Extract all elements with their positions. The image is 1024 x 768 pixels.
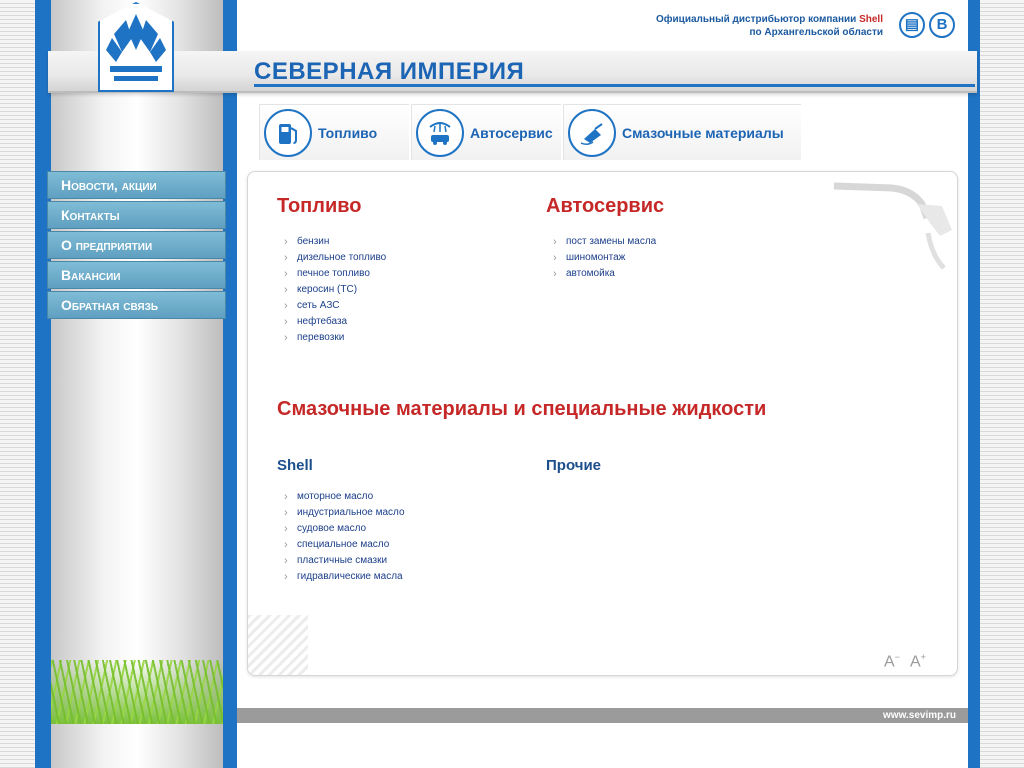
autoservice-link-carwash[interactable]: автомойка — [552, 266, 656, 282]
left-blue-stripe — [35, 0, 51, 768]
fuel-link-stations[interactable]: сеть АЗС — [283, 298, 386, 314]
other-subtitle[interactable]: Прочие — [546, 457, 601, 474]
fuel-link-diesel[interactable]: дизельное топливо — [283, 250, 386, 266]
vk-icon[interactable]: B — [929, 12, 955, 38]
shell-subtitle: Shell — [277, 457, 313, 474]
fuel-nozzle-icon — [833, 182, 952, 270]
font-increase-letter: A — [910, 653, 921, 671]
nav-item-vacancies[interactable]: Вакансии — [47, 261, 226, 289]
font-decrease-button[interactable]: A− — [884, 652, 900, 671]
nav-item-news[interactable]: Новости, акции — [47, 171, 226, 199]
car-wash-icon — [416, 108, 464, 157]
tab-fuel[interactable]: Топливо — [259, 104, 409, 160]
tab-fuel-label: Топливо — [318, 124, 378, 141]
fuel-link-depot[interactable]: нефтебаза — [283, 314, 386, 330]
distributor-prefix: Официальный дистрибьютор компании — [656, 14, 860, 25]
fuel-link-petrol[interactable]: бензин — [283, 234, 386, 250]
font-increase-button[interactable]: A+ — [910, 652, 926, 671]
distributor-line-2: по Архангельской области — [749, 27, 883, 38]
font-increase-mark: + — [920, 652, 926, 662]
fuel-section-title: Топливо — [277, 195, 362, 217]
autoservice-link-oil-change[interactable]: пост замены масла — [552, 234, 656, 250]
footer-url[interactable]: www.sevimp.ru — [883, 710, 956, 721]
document-icon[interactable]: ▤ — [899, 12, 925, 38]
distributor-text: Официальный дистрибьютор компании Shell … — [656, 13, 883, 39]
distributor-line-1: Официальный дистрибьютор компании Shell — [656, 13, 883, 26]
brand-underline — [254, 84, 975, 87]
fuel-list: бензин дизельное топливо печное топливо … — [283, 234, 386, 346]
logo-emblem-icon — [106, 14, 166, 81]
shell-list: моторное масло индустриальное масло судо… — [283, 489, 405, 585]
oil-can-icon — [568, 108, 616, 157]
panel-decor — [248, 615, 308, 675]
grass-decoration — [51, 660, 223, 724]
content-panel: Топливо бензин дизельное топливо печное … — [247, 171, 958, 676]
fuel-link-transport[interactable]: перевозки — [283, 330, 386, 346]
shell-link-special-oil[interactable]: специальное масло — [283, 537, 405, 553]
nav-item-contacts[interactable]: Контакты — [47, 201, 226, 229]
sidebar-nav: Новости, акции Контакты О предприятии Ва… — [47, 171, 226, 321]
autoservice-list: пост замены масла шиномонтаж автомойка — [552, 234, 656, 282]
shell-link-marine-oil[interactable]: судовое масло — [283, 521, 405, 537]
lubricants-section-title: Смазочные материалы и специальные жидкос… — [277, 398, 767, 420]
fuel-link-kerosene[interactable]: керосин (ТС) — [283, 282, 386, 298]
nav-item-feedback[interactable]: Обратная связь — [47, 291, 226, 319]
tab-lubricants-label: Смазочные материалы — [622, 124, 784, 141]
nav-item-about[interactable]: О предприятии — [47, 231, 226, 259]
left-pillar — [51, 0, 223, 768]
footer-bar — [237, 708, 968, 723]
autoservice-link-tire[interactable]: шиномонтаж — [552, 250, 656, 266]
shell-link-motor-oil[interactable]: моторное масло — [283, 489, 405, 505]
shell-link-greases[interactable]: пластичные смазки — [283, 553, 405, 569]
tab-lubricants[interactable]: Смазочные материалы — [563, 104, 801, 160]
tab-autoservice-label: Автосервис — [470, 124, 553, 141]
fuel-pump-icon — [264, 108, 312, 157]
font-decrease-letter: A — [884, 653, 895, 671]
fuel-link-furnace[interactable]: печное топливо — [283, 266, 386, 282]
middle-blue-stripe — [223, 0, 237, 768]
font-decrease-mark: − — [894, 652, 900, 662]
right-blue-stripe — [968, 0, 980, 768]
shell-brand-text: Shell — [859, 14, 883, 25]
shell-link-hydraulic-oil[interactable]: гидравлические масла — [283, 569, 405, 585]
shell-link-industrial-oil[interactable]: индустриальное масло — [283, 505, 405, 521]
tab-autoservice[interactable]: Автосервис — [411, 104, 561, 160]
brand-name: СЕВЕРНАЯ ИМПЕРИЯ — [254, 58, 525, 85]
autoservice-section-title: Автосервис — [546, 195, 665, 217]
